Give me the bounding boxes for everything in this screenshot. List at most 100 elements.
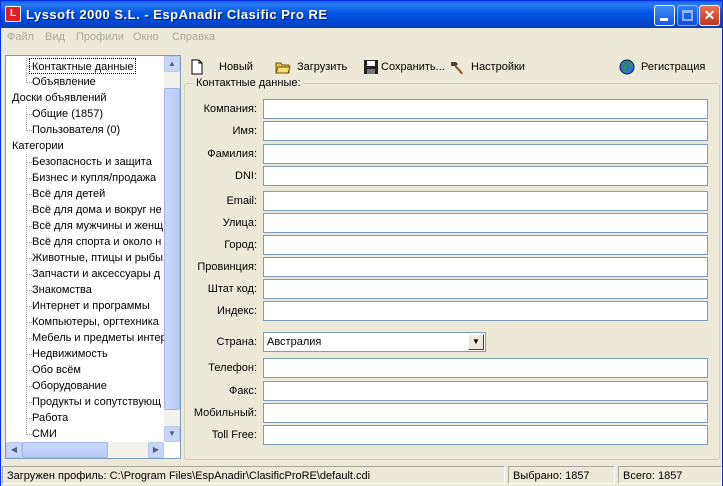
menu-bar: Файл Вид Профили Окно Справка (1, 28, 722, 47)
text-field[interactable] (263, 213, 708, 233)
save-label: Сохранить... (381, 61, 445, 73)
tree-item[interactable]: Животные, птицы и рыбы (32, 250, 163, 266)
menu-view[interactable]: Вид (45, 31, 65, 43)
close-icon: ✕ (703, 7, 716, 23)
tree-connector (26, 154, 27, 435)
tree-item[interactable]: Мебель и предметы интер (32, 330, 164, 346)
scroll-left-arrow-icon[interactable]: ◀ (6, 442, 22, 458)
tree-connector (26, 58, 27, 83)
tree-item[interactable]: Категории (12, 138, 64, 154)
hscroll-thumb[interactable] (22, 442, 108, 458)
vertical-scrollbar[interactable]: ▲ ▼ (164, 56, 180, 442)
window-title: Lyssoft 2000 S.L. - EspAnadir Clasific P… (26, 7, 328, 22)
country-label: Страна: (216, 336, 257, 348)
text-field[interactable] (263, 166, 708, 186)
status-total: Всего: 1857 (618, 466, 722, 484)
minimize-button[interactable] (654, 5, 675, 26)
scroll-up-arrow-icon[interactable]: ▲ (164, 56, 180, 72)
field-label: DNI: (235, 170, 257, 182)
globe-icon (619, 59, 635, 75)
text-field[interactable] (263, 235, 708, 255)
settings-label: Настройки (471, 61, 525, 73)
load-button[interactable]: Загрузить (275, 57, 347, 77)
field-label: Факс: (229, 385, 257, 397)
tree-item[interactable]: СМИ (32, 426, 57, 442)
tree-item[interactable]: Бизнес и купля/продажа (32, 170, 156, 186)
tree-item[interactable]: Всё для дома и вокруг не (32, 202, 162, 218)
tree-item[interactable]: Компьютеры, оргтехника (32, 314, 159, 330)
menu-window[interactable]: Окно (133, 31, 159, 43)
tree-item[interactable]: Всё для мужчины и женщ (32, 218, 163, 234)
hammer-icon (449, 59, 465, 75)
scroll-down-arrow-icon[interactable]: ▼ (164, 426, 180, 442)
register-label: Регистрация (641, 61, 706, 73)
title-bar[interactable]: L Lyssoft 2000 S.L. - EspAnadir Clasific… (1, 1, 722, 28)
new-button[interactable]: Новый (189, 57, 253, 77)
tree-content: Контактные данные Объявление Доски объявле… (6, 56, 164, 442)
field-label: Toll Free: (211, 429, 257, 441)
tree-item[interactable]: Пользователя (0) (32, 122, 120, 138)
dropdown-arrow-icon[interactable]: ▼ (468, 334, 484, 350)
text-field[interactable] (263, 381, 708, 401)
text-field[interactable] (263, 358, 708, 378)
tree-item[interactable]: Знакомства (32, 282, 92, 298)
text-field[interactable] (263, 279, 708, 299)
tree-item[interactable]: Недвижимость (32, 346, 108, 362)
close-button[interactable]: ✕ (699, 5, 720, 26)
field-label: Мобильный: (193, 407, 257, 419)
text-field[interactable] (263, 403, 708, 423)
menu-file[interactable]: Файл (7, 31, 34, 43)
tree-item[interactable]: Запчасти и аксессуары д (32, 266, 160, 282)
menu-help[interactable]: Справка (172, 31, 215, 43)
field-label: Компания: (203, 103, 257, 115)
tree-item[interactable]: Всё для спорта и около н (32, 234, 161, 250)
tree-item[interactable]: Объявление (32, 74, 96, 90)
contact-group-title: Контактные данные: (194, 77, 303, 89)
status-profile: Загружен профиль: C:\Program Files\EspAn… (2, 466, 505, 484)
scroll-right-arrow-icon[interactable]: ▶ (148, 442, 164, 458)
new-document-icon (189, 59, 205, 75)
open-folder-icon (275, 59, 291, 75)
maximize-button[interactable] (677, 5, 698, 26)
text-field[interactable] (263, 425, 708, 445)
text-field[interactable] (263, 191, 708, 211)
category-tree[interactable]: Контактные данные Объявление Доски объявле… (5, 55, 181, 459)
text-field[interactable] (263, 121, 708, 141)
field-label: Провинция: (197, 261, 257, 273)
app-icon[interactable]: L (5, 6, 21, 22)
main-window: L Lyssoft 2000 S.L. - EspAnadir Clasific… (0, 0, 723, 486)
tree-item[interactable]: Работа (32, 410, 68, 426)
horizontal-scrollbar[interactable]: ◀ ▶ (6, 442, 164, 458)
tree-item[interactable]: Безопасность и защита (32, 154, 152, 170)
country-select[interactable]: Австралия ▼ (263, 332, 486, 352)
save-button[interactable]: Сохранить... (363, 57, 445, 77)
toolbar: Новый Загрузить Сохранить... Настройки Р… (185, 55, 721, 79)
floppy-disk-icon (363, 59, 379, 75)
tree-item[interactable]: Продукты и сопутствующ (32, 394, 161, 410)
tree-item[interactable]: Контактные данные (29, 58, 137, 74)
field-label: Телефон: (208, 362, 257, 374)
tree-item[interactable]: Всё для детей (32, 186, 105, 202)
tree-item[interactable]: Обо всём (32, 362, 81, 378)
load-label: Загрузить (297, 61, 348, 73)
register-button[interactable]: Регистрация (619, 57, 705, 77)
field-label: Штат код: (207, 283, 257, 295)
tree-connector (26, 106, 27, 131)
country-value: Австралия (267, 336, 322, 348)
tree-item[interactable]: Интернет и программы (32, 298, 150, 314)
tree-item[interactable]: Общие (1857) (32, 106, 103, 122)
field-label: Email: (226, 195, 257, 207)
settings-button[interactable]: Настройки (449, 57, 525, 77)
text-field[interactable] (263, 257, 708, 277)
tree-item[interactable]: Доски объявлений (12, 90, 107, 106)
field-label: Фамилия: (207, 148, 257, 160)
tree-item[interactable]: Оборудование (32, 378, 107, 394)
text-field[interactable] (263, 301, 708, 321)
status-bar: Загружен профиль: C:\Program Files\EspAn… (1, 464, 722, 486)
text-field[interactable] (263, 99, 708, 119)
field-label: Город: (224, 239, 257, 251)
field-label: Имя: (232, 125, 257, 137)
scroll-thumb[interactable] (164, 88, 180, 410)
menu-profiles[interactable]: Профили (76, 31, 124, 43)
text-field[interactable] (263, 144, 708, 164)
